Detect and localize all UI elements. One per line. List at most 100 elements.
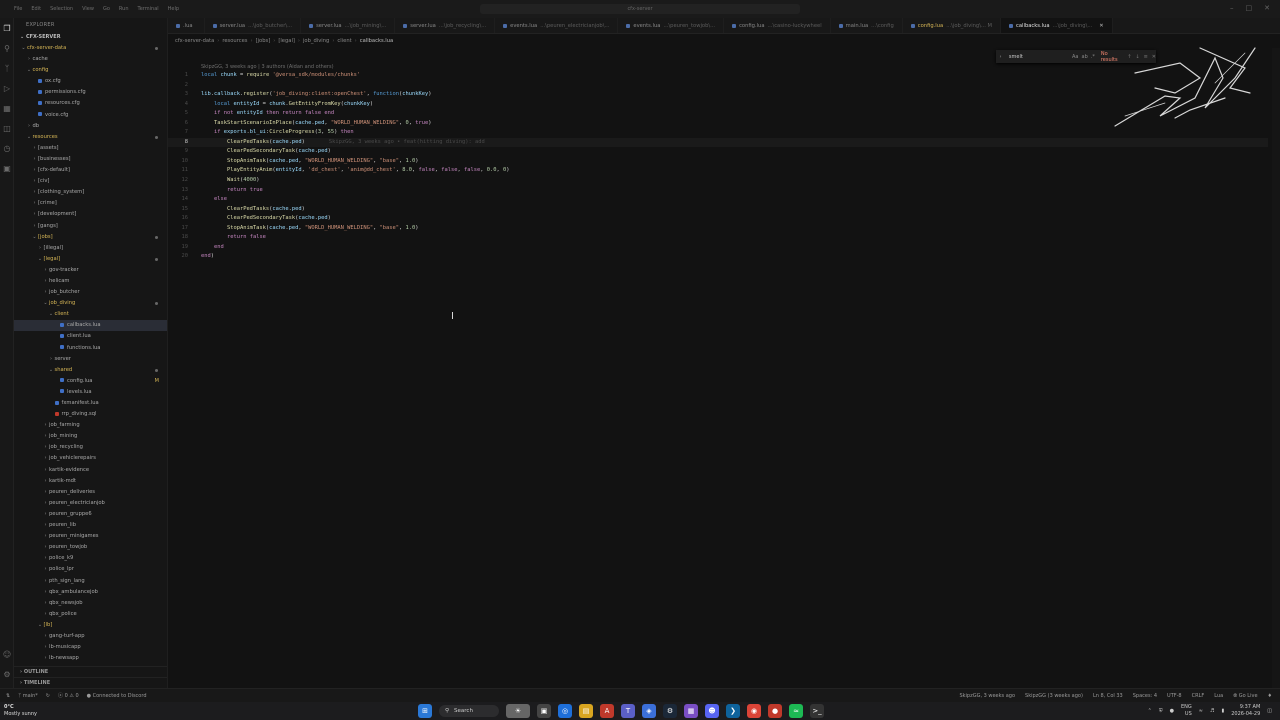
timeline-icon[interactable]: ◷ — [0, 138, 14, 158]
menu-item-view[interactable]: View — [82, 6, 94, 12]
code-line[interactable]: 4 local entityId = chunk.GetEntityFromKe… — [168, 100, 1268, 110]
tree-folder[interactable]: › kartik-mdt — [14, 476, 167, 487]
search-icon[interactable]: ⚲ — [0, 38, 14, 58]
photos-icon[interactable]: ◈ — [642, 704, 656, 718]
acrobat-icon[interactable]: A — [600, 704, 614, 718]
code-line[interactable]: 6 TaskStartScenarioInPlace(cache.ped, "W… — [168, 119, 1268, 129]
timeline-panel-header[interactable]: › TIMELINE — [14, 677, 167, 688]
code-line[interactable]: 19 end — [168, 243, 1268, 253]
language-mode[interactable]: Lua — [1214, 693, 1223, 699]
volume-icon[interactable]: ♬ — [1210, 708, 1214, 714]
code-line[interactable]: 1 local chunk = require '@versa_sdk/modul… — [168, 71, 1268, 81]
vscode-icon[interactable]: ❯ — [726, 704, 740, 718]
tree-file[interactable]: voice.cfg — [14, 110, 167, 121]
tree-folder[interactable]: › job_recycling — [14, 442, 167, 453]
tree-file[interactable]: fxmanifest.lua — [14, 398, 167, 409]
sync-icon[interactable]: ↻ — [46, 693, 50, 699]
problems-indicator[interactable]: ⓧ 0 ⚠ 0 — [58, 692, 79, 699]
menu-item-go[interactable]: Go — [103, 6, 110, 12]
menu-item-run[interactable]: Run — [119, 6, 129, 12]
notification-center-icon[interactable]: ◫ — [1267, 708, 1272, 714]
settings-gear-icon[interactable]: ⚙ — [0, 664, 14, 684]
find-input[interactable]: smelt — [1005, 54, 1072, 60]
tree-folder[interactable]: › [clothing_system] — [14, 187, 167, 198]
tree-folder[interactable]: › qbx_newsjob — [14, 598, 167, 609]
whole-word-toggle[interactable]: ab — [1082, 54, 1088, 60]
tree-file[interactable]: callbacks.lua — [14, 320, 167, 332]
menu-item-edit[interactable]: Edit — [31, 6, 41, 12]
breadcrumb-item[interactable]: job_diving — [303, 38, 329, 44]
remote-explorer-icon[interactable]: ◫ — [0, 118, 14, 138]
outline-panel-header[interactable]: › OUTLINE — [14, 666, 167, 677]
tree-file[interactable]: config.lua M — [14, 376, 167, 387]
tree-folder[interactable]: ⌄cfx-server-data — [14, 43, 167, 54]
tree-folder[interactable]: › [illegal] — [14, 243, 167, 254]
menu-item-file[interactable]: File — [14, 6, 22, 12]
code-line[interactable]: 5 if not entityId then return false end — [168, 109, 1268, 119]
steam-icon[interactable]: ⚙ — [663, 704, 677, 718]
minimize-icon[interactable]: – — [1230, 4, 1234, 12]
code-line[interactable]: 11 PlayEntityAnim(entityId, 'dd_chest', … — [168, 166, 1268, 176]
tree-folder[interactable]: › [gangs] — [14, 221, 167, 232]
tree-file[interactable]: resources.cfg — [14, 98, 167, 109]
tree-folder[interactable]: › pth_sign_lang — [14, 576, 167, 587]
code-line[interactable]: 20 end) — [168, 252, 1268, 262]
code-line[interactable]: 3 lib.callback.register('job_diving:clien… — [168, 90, 1268, 100]
tree-folder[interactable]: ⌄[lb] — [14, 620, 167, 631]
tree-folder[interactable]: › [crime] — [14, 198, 167, 209]
windows-start-icon[interactable]: ⊞ — [418, 704, 432, 718]
regex-toggle[interactable]: .* — [1091, 54, 1095, 60]
terminal-icon[interactable]: >_ — [810, 704, 824, 718]
editor-tab[interactable]: server.lua ...\job_mining\... — [301, 18, 396, 33]
toggle-replace-chevron-icon[interactable]: › — [996, 54, 1005, 60]
gitlens-blame-status[interactable]: SkipzGG (3 weeks ago) — [1025, 693, 1083, 699]
tree-folder[interactable]: › cache — [14, 54, 167, 65]
code-line[interactable]: 12 Wait(4000) — [168, 176, 1268, 186]
tree-folder[interactable]: ⌄client — [14, 309, 167, 320]
tree-file[interactable]: levels.lua — [14, 387, 167, 398]
match-case-toggle[interactable]: Aa — [1072, 54, 1078, 60]
cursor-position[interactable]: Ln 8, Col 33 — [1093, 693, 1123, 699]
close-icon[interactable]: ✕ — [1264, 4, 1270, 12]
file-explorer-icon[interactable]: ▤ — [579, 704, 593, 718]
tree-folder[interactable]: › lb-musicapp — [14, 642, 167, 653]
code-line[interactable]: 17 StopAnimTask(cache.ped, "WORLD_HUMAN_… — [168, 224, 1268, 234]
tree-folder[interactable]: › server — [14, 354, 167, 365]
code-line[interactable]: 13 return true — [168, 186, 1268, 196]
blame-status[interactable]: SkipzGG, 3 weeks ago — [959, 693, 1015, 699]
tree-file[interactable]: client.lua — [14, 331, 167, 342]
tree-folder[interactable]: › peuren_electricianjob — [14, 498, 167, 509]
tree-folder[interactable]: › job_vehiclerepairs — [14, 453, 167, 464]
code-line[interactable]: 10 StopAnimTask(cache.ped, "WORLD_HUMAN_… — [168, 157, 1268, 167]
editor-tab[interactable]: config.lua ...\casino-luckywheel — [724, 18, 831, 33]
tree-folder[interactable]: › gang-turf-app — [14, 631, 167, 642]
microphone-icon[interactable]: ● — [1170, 708, 1174, 714]
code-line[interactable]: 15 ClearPedTasks(cache.ped) — [168, 205, 1268, 215]
tree-folder[interactable]: › helicam — [14, 276, 167, 287]
tree-folder[interactable]: ⌄job_diving — [14, 298, 167, 309]
tree-folder[interactable]: › [civ] — [14, 176, 167, 187]
tree-folder[interactable]: ⌄[legal] — [14, 254, 167, 265]
taskbar-search[interactable]: ⚲ Search — [439, 705, 499, 717]
breadcrumb-item[interactable]: cfx-server-data — [175, 38, 214, 44]
tree-file[interactable]: permissions.cfg — [14, 87, 167, 98]
widgets-icon[interactable]: ☀ — [506, 704, 530, 718]
weather-widget[interactable]: 0°C Mostly sunny — [4, 704, 37, 717]
run-debug-icon[interactable]: ▷ — [0, 78, 14, 98]
indentation[interactable]: Spaces: 4 — [1133, 693, 1157, 699]
battery-icon[interactable]: ▮ — [1221, 708, 1224, 714]
tray-chevron-up-icon[interactable]: ⌃ — [1148, 708, 1152, 714]
source-control-icon[interactable]: ᛉ — [0, 58, 14, 78]
account-icon[interactable]: ☺ — [0, 644, 14, 664]
tree-folder[interactable]: › [cfx-default] — [14, 165, 167, 176]
extensions-icon[interactable]: ▦ — [0, 98, 14, 118]
breadcrumb-item[interactable]: [jobs] — [256, 38, 271, 44]
code-line[interactable]: 18 return false — [168, 233, 1268, 243]
tree-folder[interactable]: › lb-newsapp — [14, 653, 167, 664]
menu-item-help[interactable]: Help — [168, 6, 179, 12]
chrome-icon[interactable]: ◉ — [747, 704, 761, 718]
tree-folder[interactable]: › [businesses] — [14, 154, 167, 165]
discord-status[interactable]: ● Connected to Discord — [87, 693, 147, 699]
tree-folder[interactable]: › peuren_towjob — [14, 542, 167, 553]
breadcrumb-item[interactable]: callbacks.lua — [360, 38, 394, 44]
